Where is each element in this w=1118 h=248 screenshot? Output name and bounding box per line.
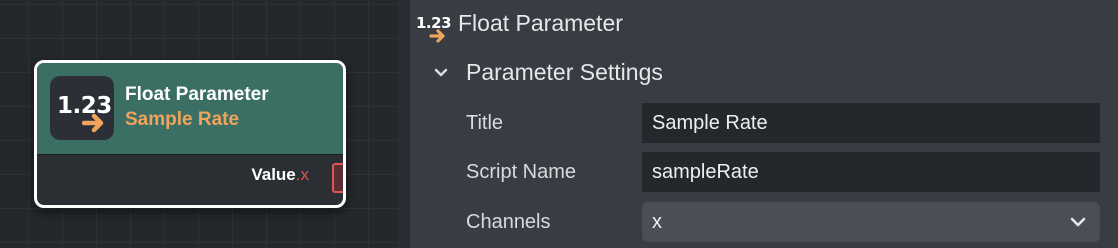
node-title: Float Parameter bbox=[125, 84, 269, 105]
arrow-right-icon bbox=[82, 113, 104, 133]
graph-canvas[interactable]: 1.23 Float Parameter Sample Rate Value.x bbox=[0, 0, 398, 248]
float-arrow-icon: 1.23 bbox=[50, 76, 114, 140]
channels-value: x bbox=[652, 211, 662, 233]
script-name-input[interactable] bbox=[642, 152, 1100, 192]
inspector-panel: 1.23 Float Parameter Parameter Settings … bbox=[398, 0, 1118, 248]
node-header[interactable]: 1.23 Float Parameter Sample Rate bbox=[37, 63, 343, 154]
arrow-right-icon bbox=[429, 29, 445, 43]
float-arrow-icon: 1.23 bbox=[416, 12, 452, 43]
output-port-channel: x bbox=[300, 165, 310, 184]
node-subtitle: Sample Rate bbox=[125, 109, 240, 130]
output-port[interactable] bbox=[332, 163, 343, 193]
chevron-down-icon[interactable] bbox=[434, 68, 448, 78]
title-input[interactable] bbox=[642, 103, 1100, 143]
title-label: Title bbox=[466, 112, 504, 134]
float-parameter-node[interactable]: 1.23 Float Parameter Sample Rate Value.x bbox=[34, 60, 346, 208]
output-port-label: Value.x bbox=[251, 165, 309, 185]
panel-divider[interactable] bbox=[398, 0, 410, 248]
script-name-label: Script Name bbox=[466, 161, 577, 183]
channels-label: Channels bbox=[466, 211, 551, 233]
chevron-down-icon bbox=[1070, 217, 1086, 227]
inspector-title: Float Parameter bbox=[458, 10, 623, 36]
output-port-name: Value bbox=[251, 165, 296, 184]
node-divider bbox=[37, 154, 343, 155]
channels-select[interactable]: x bbox=[642, 202, 1100, 242]
section-parameter-settings[interactable]: Parameter Settings bbox=[466, 59, 663, 86]
